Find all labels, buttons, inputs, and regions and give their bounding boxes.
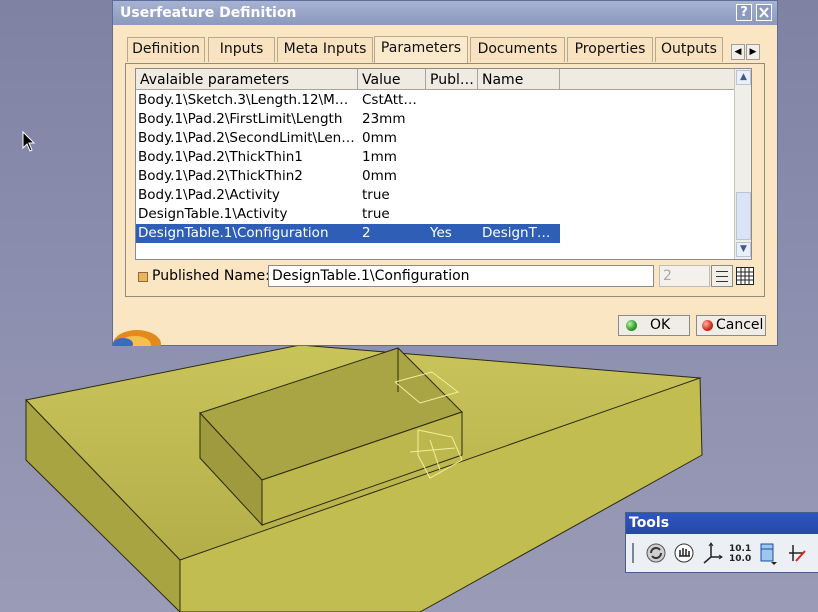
tab-definition[interactable]: Definition [127, 37, 205, 62]
units-icon[interactable]: 10.1 10.0 [728, 541, 752, 565]
published-name-row: Published Name: DesignTable.1\Configurat… [135, 265, 755, 289]
tab-bar: Definition Inputs Meta Inputs Parameters… [127, 36, 741, 63]
column-header-parameters[interactable]: Avalaible parameters [136, 69, 358, 90]
manipulate-icon[interactable] [673, 541, 695, 565]
chevron-right-icon: ▶ [749, 47, 757, 57]
column-header-name[interactable]: Name [478, 69, 560, 90]
value-cell: 23mm [362, 111, 406, 127]
value-cell: 0mm [362, 130, 397, 146]
param-cell: DesignTable.1\Activity [138, 206, 288, 222]
published-name-checkbox[interactable] [138, 272, 148, 282]
tools-toolbar-body: 10.1 10.0 [626, 534, 818, 572]
table-row[interactable]: DesignTable.1\Activity true [136, 205, 560, 224]
spinner-divider [716, 276, 728, 277]
scroll-up-button[interactable]: ▲ [736, 70, 751, 85]
scroll-down-button[interactable]: ▼ [736, 242, 751, 257]
close-icon [759, 7, 769, 18]
value-spinner-field[interactable]: 2 [659, 265, 710, 287]
svg-text:10.0: 10.0 [729, 554, 751, 564]
param-cell: Body.1\Pad.2\FirstLimit\Length [138, 111, 343, 127]
param-cell: Body.1\Pad.2\ThickThin1 [138, 149, 303, 165]
help-button[interactable]: ? [736, 4, 752, 21]
table-row-selected[interactable]: DesignTable.1\Configuration 2 Yes Design… [136, 224, 560, 243]
axis-system-icon[interactable] [702, 541, 724, 565]
table-row[interactable]: Body.1\Pad.2\FirstLimit\Length 23mm [136, 110, 560, 129]
mouse-cursor-icon [22, 131, 36, 152]
chevron-left-icon: ◀ [734, 47, 742, 57]
param-cell: Body.1\Pad.2\ThickThin2 [138, 168, 303, 184]
tab-documents[interactable]: Documents [470, 37, 565, 62]
parameters-panel: Avalaible parameters Value Publ… Name Bo… [125, 63, 765, 297]
value-cell: CstAtt… [362, 92, 417, 108]
table-row[interactable]: Body.1\Sketch.3\Length.12\M… CstAtt… [136, 91, 560, 110]
value-cell: true [362, 206, 390, 222]
tab-inputs[interactable]: Inputs [208, 37, 275, 62]
measure-icon[interactable] [757, 541, 779, 565]
svg-text:10.1: 10.1 [729, 544, 751, 554]
userfeature-definition-dialog: Userfeature Definition ? Definition Inpu… [112, 0, 778, 346]
ok-button[interactable]: OK [618, 315, 690, 336]
param-cell: Body.1\Pad.2\SecondLimit\Len… [138, 130, 355, 146]
param-cell: Body.1\Pad.2\Activity [138, 187, 280, 203]
chevron-down-icon: ▼ [740, 244, 747, 254]
published-name-input[interactable]: DesignTable.1\Configuration [268, 265, 654, 287]
param-cell: DesignTable.1\Configuration [138, 225, 329, 241]
column-header-value[interactable]: Value [358, 69, 426, 90]
ok-status-icon [626, 320, 637, 331]
value-cell: true [362, 187, 390, 203]
tab-scroll-right-button[interactable]: ▶ [746, 44, 760, 60]
update-icon[interactable] [645, 541, 667, 565]
tab-scroll-left-button[interactable]: ◀ [731, 44, 745, 60]
table-row[interactable]: Body.1\Pad.2\ThickThin1 1mm [136, 148, 560, 167]
list-header: Avalaible parameters Value Publ… Name [136, 69, 734, 91]
tab-properties[interactable]: Properties [567, 37, 653, 62]
vertical-scrollbar[interactable]: ▲ ▼ [734, 69, 751, 259]
close-button[interactable] [756, 4, 772, 21]
snap-icon[interactable] [786, 541, 808, 565]
tools-toolbar-title[interactable]: Tools [626, 513, 818, 534]
part-solid [25, 344, 703, 612]
spinner-up-icon [716, 271, 728, 272]
published-name-label: Published Name: [152, 268, 270, 284]
table-row[interactable]: Body.1\Pad.2\Activity true [136, 186, 560, 205]
toolbar-grip[interactable] [630, 541, 636, 565]
name-cell: DesignT… [482, 225, 551, 241]
cancel-status-icon [702, 320, 713, 331]
dialog-title-bar[interactable]: Userfeature Definition ? [113, 1, 777, 25]
cancel-label: Cancel [716, 317, 764, 333]
table-row[interactable]: Body.1\Pad.2\SecondLimit\Len… 0mm [136, 129, 560, 148]
value-cell: 2 [362, 225, 371, 241]
table-row[interactable]: Body.1\Pad.2\ThickThin2 0mm [136, 167, 560, 186]
parameters-list[interactable]: Avalaible parameters Value Publ… Name Bo… [135, 68, 752, 260]
scroll-thumb[interactable] [736, 192, 751, 240]
spinner-down-icon [716, 281, 728, 282]
catia-logo-icon [113, 330, 161, 346]
param-cell: Body.1\Sketch.3\Length.12\M… [138, 92, 349, 108]
tools-toolbar: Tools 10.1 10.0 [625, 512, 818, 573]
value-cell: 0mm [362, 168, 397, 184]
cancel-button[interactable]: Cancel [696, 315, 766, 336]
tab-parameters[interactable]: Parameters [374, 36, 468, 63]
table-icon[interactable] [735, 266, 755, 286]
ok-label: OK [650, 317, 671, 333]
value-cell: 1mm [362, 149, 397, 165]
dialog-title: Userfeature Definition [120, 5, 297, 21]
tab-outputs[interactable]: Outputs [655, 37, 723, 62]
spinner-buttons[interactable] [711, 265, 733, 287]
published-cell: Yes [430, 225, 452, 241]
column-header-published[interactable]: Publ… [426, 69, 478, 90]
chevron-up-icon: ▲ [740, 72, 747, 82]
tab-meta-inputs[interactable]: Meta Inputs [277, 37, 373, 62]
column-header-filler [560, 69, 734, 90]
